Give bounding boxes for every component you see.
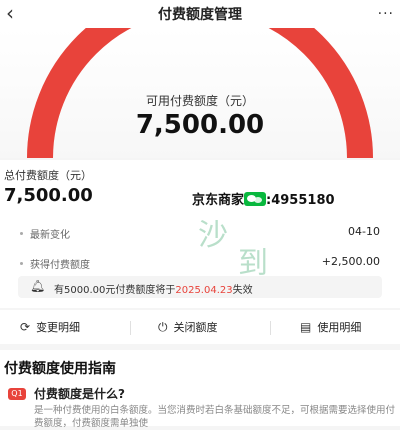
usage-details-button[interactable]: ▤ 使用明细: [300, 319, 361, 335]
available-quota-hero: 可用付费额度（元） 7,500.00: [0, 28, 400, 158]
expiry-notice-text: 有5000.00元付费额度将于2025.04.23失效: [54, 281, 253, 296]
detail-label: 获得付费额度: [30, 260, 90, 271]
usage-details-label: 使用明细: [317, 321, 362, 334]
divider: [270, 321, 271, 335]
bullet-dot-icon: [20, 232, 23, 235]
change-details-button[interactable]: ⟳ 变更明细: [20, 319, 80, 335]
available-quota-value: 7,500.00: [135, 110, 265, 140]
promo-text: 京东商家 :4955180: [192, 189, 335, 208]
more-menu-icon[interactable]: ...: [378, 2, 394, 18]
question-badge: Q1: [8, 388, 26, 400]
change-details-label: 变更明细: [36, 321, 81, 334]
bell-icon: 🔔︎: [30, 279, 46, 293]
page-title: 付费额度管理: [158, 7, 242, 23]
guide-title: 付费额度使用指南: [4, 361, 116, 377]
promo-prefix: 京东商家: [192, 193, 245, 208]
notice-text-after: 失效: [232, 285, 253, 296]
detail-value: 04-10: [348, 225, 380, 238]
usage-guide: 付费额度使用指南 Q1 付费额度是什么? 是一种付费使用的白条额度。当您消费时若…: [0, 350, 400, 429]
detail-label: 最新变化: [30, 230, 70, 241]
quota-summary-card: 总付费额度（元） 7,500.00 京东商家 :4955180 最新变化 04-1…: [0, 160, 400, 308]
detail-row-gained-quota: 获得付费额度 +2,500.00: [10, 252, 390, 274]
question-answer: 是一种付费使用的白条额度。当您消费时若白条基础额度不足，可根据需要选择使用付费额…: [34, 405, 396, 429]
power-icon: ⏻: [158, 320, 168, 334]
top-bar: ‹ 付费额度管理 ...: [0, 0, 400, 28]
document-icon: ▤: [300, 320, 312, 334]
wechat-icon: [244, 192, 267, 206]
question-title[interactable]: 付费额度是什么?: [34, 385, 125, 402]
total-quota-label: 总付费额度（元）: [4, 169, 92, 182]
detail-value: +2,500.00: [321, 255, 380, 268]
total-quota-value: 7,500.00: [4, 185, 93, 206]
action-bar: ⟳ 变更明细 ⏻ 关闭额度 ▤ 使用明细: [0, 310, 400, 344]
notice-text-before: 有5000.00元付费额度将于: [54, 285, 176, 296]
detail-row-latest-change: 最新变化 04-10: [10, 222, 390, 244]
divider: [130, 321, 131, 335]
refresh-icon: ⟳: [20, 320, 31, 334]
bullet-dot-icon: [20, 262, 23, 265]
expiry-notice: 🔔︎ 有5000.00元付费额度将于2025.04.23失效: [18, 276, 382, 298]
promo-suffix: :4955180: [266, 193, 335, 208]
close-quota-button[interactable]: ⏻ 关闭额度: [158, 319, 218, 335]
notice-date: 2025.04.23: [175, 285, 233, 296]
available-quota-label: 可用付费额度（元）: [145, 94, 254, 108]
close-quota-label: 关闭额度: [173, 321, 218, 334]
